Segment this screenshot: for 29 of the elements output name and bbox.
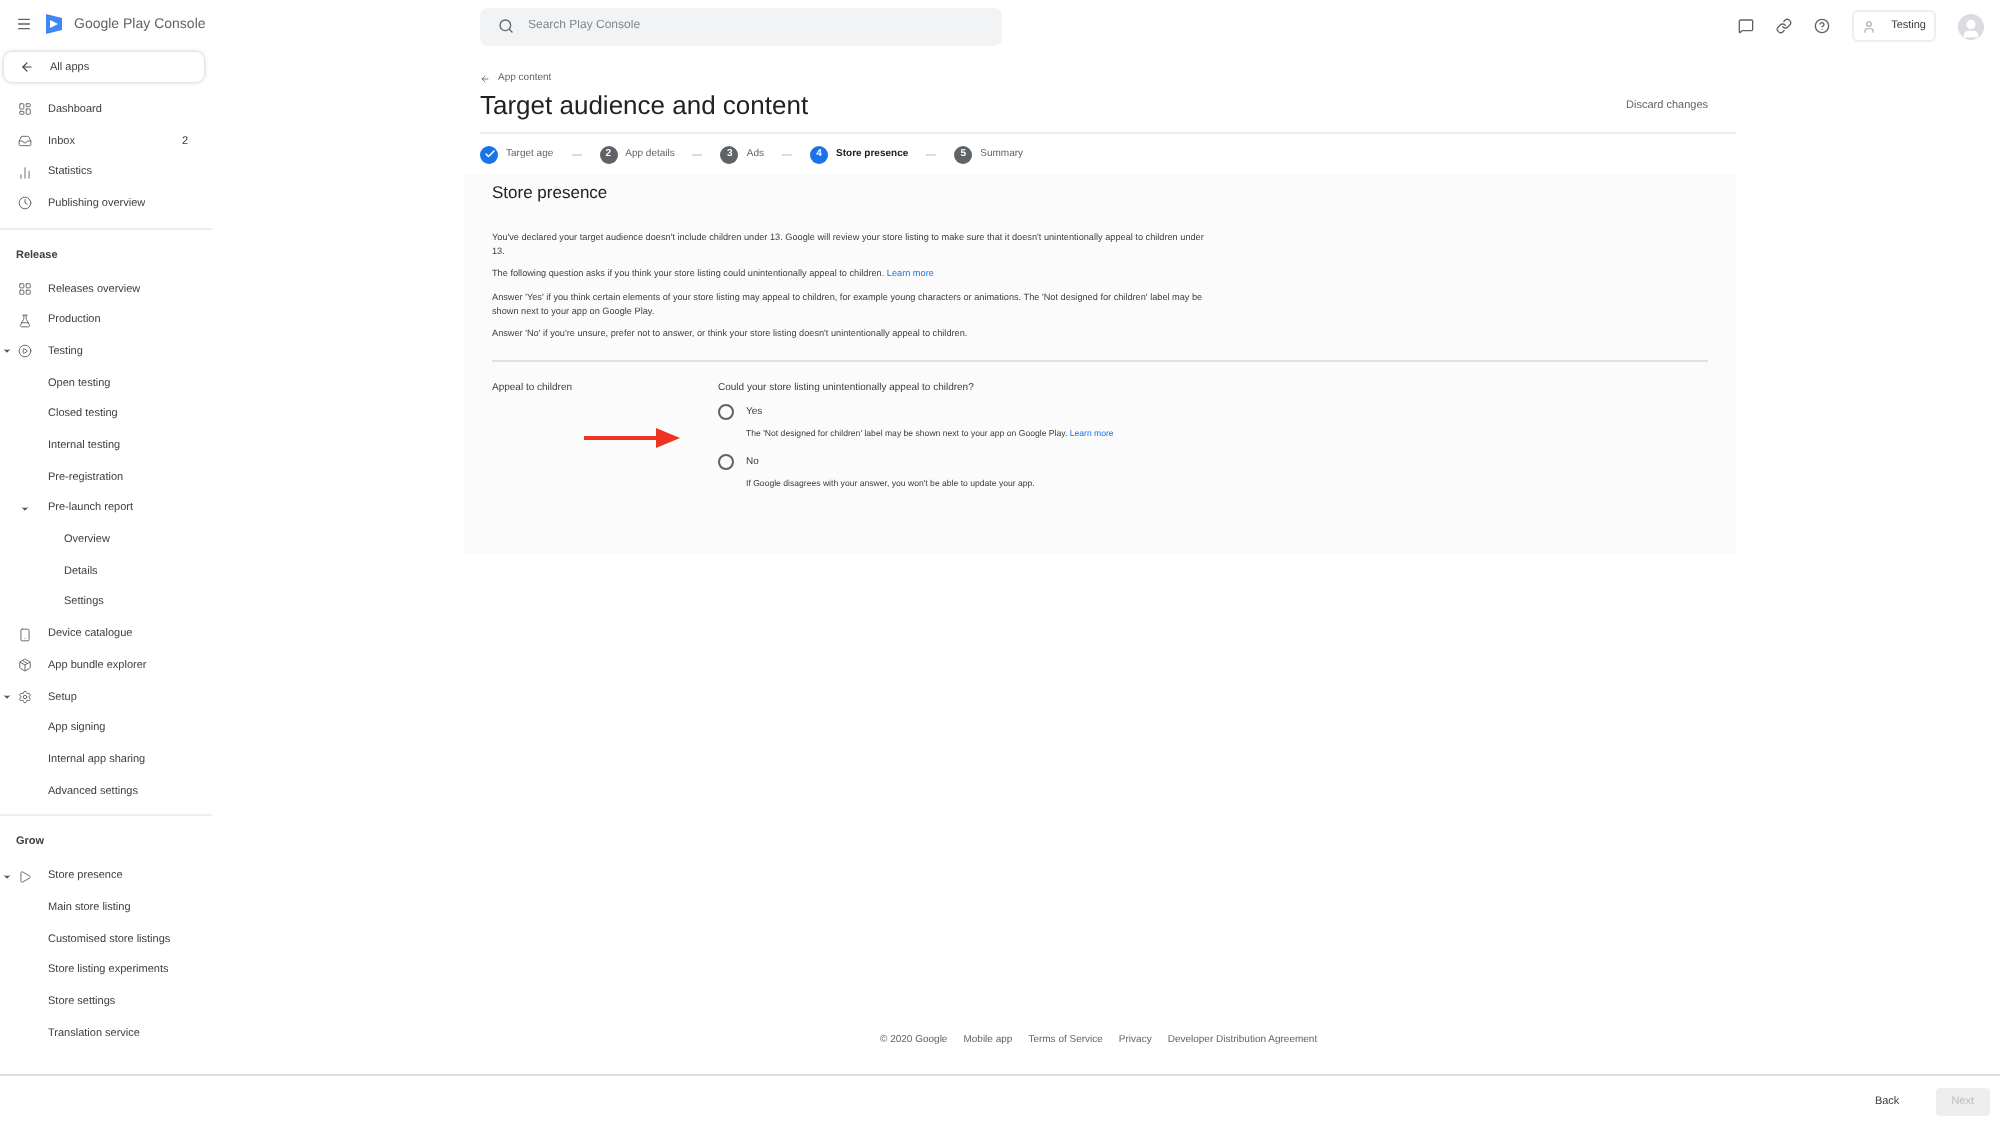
person-icon	[1861, 19, 1876, 33]
back-arrow-icon	[20, 60, 34, 74]
dashboard-icon	[18, 102, 32, 117]
radio-button[interactable]	[718, 404, 734, 421]
gear-icon	[18, 690, 32, 705]
page-title: Target audience and content	[480, 90, 809, 120]
caret-icon[interactable]	[2, 692, 12, 703]
caret-icon[interactable]	[20, 503, 30, 514]
flask-icon	[18, 313, 32, 328]
caret-icon[interactable]	[2, 871, 12, 882]
message-icon[interactable]	[1737, 18, 1754, 34]
annotation-arrow	[584, 428, 680, 449]
section-title: Store presence	[492, 182, 610, 202]
bar-chart-icon	[18, 165, 32, 180]
link-icon[interactable]	[1775, 18, 1792, 34]
radio-button[interactable]	[718, 454, 734, 471]
back-arrow-icon	[480, 73, 490, 83]
menu-icon[interactable]	[16, 16, 32, 32]
grid-icon	[18, 282, 32, 297]
play-circle-icon	[18, 344, 32, 359]
search-icon	[498, 18, 514, 34]
help-icon[interactable]	[1813, 18, 1830, 34]
phone-icon	[18, 627, 32, 642]
caret-icon[interactable]	[2, 346, 12, 357]
package-icon	[18, 658, 32, 673]
play-icon	[18, 869, 32, 884]
inbox-icon	[18, 134, 32, 149]
clock-icon	[18, 196, 32, 211]
logo-icon	[44, 14, 62, 34]
